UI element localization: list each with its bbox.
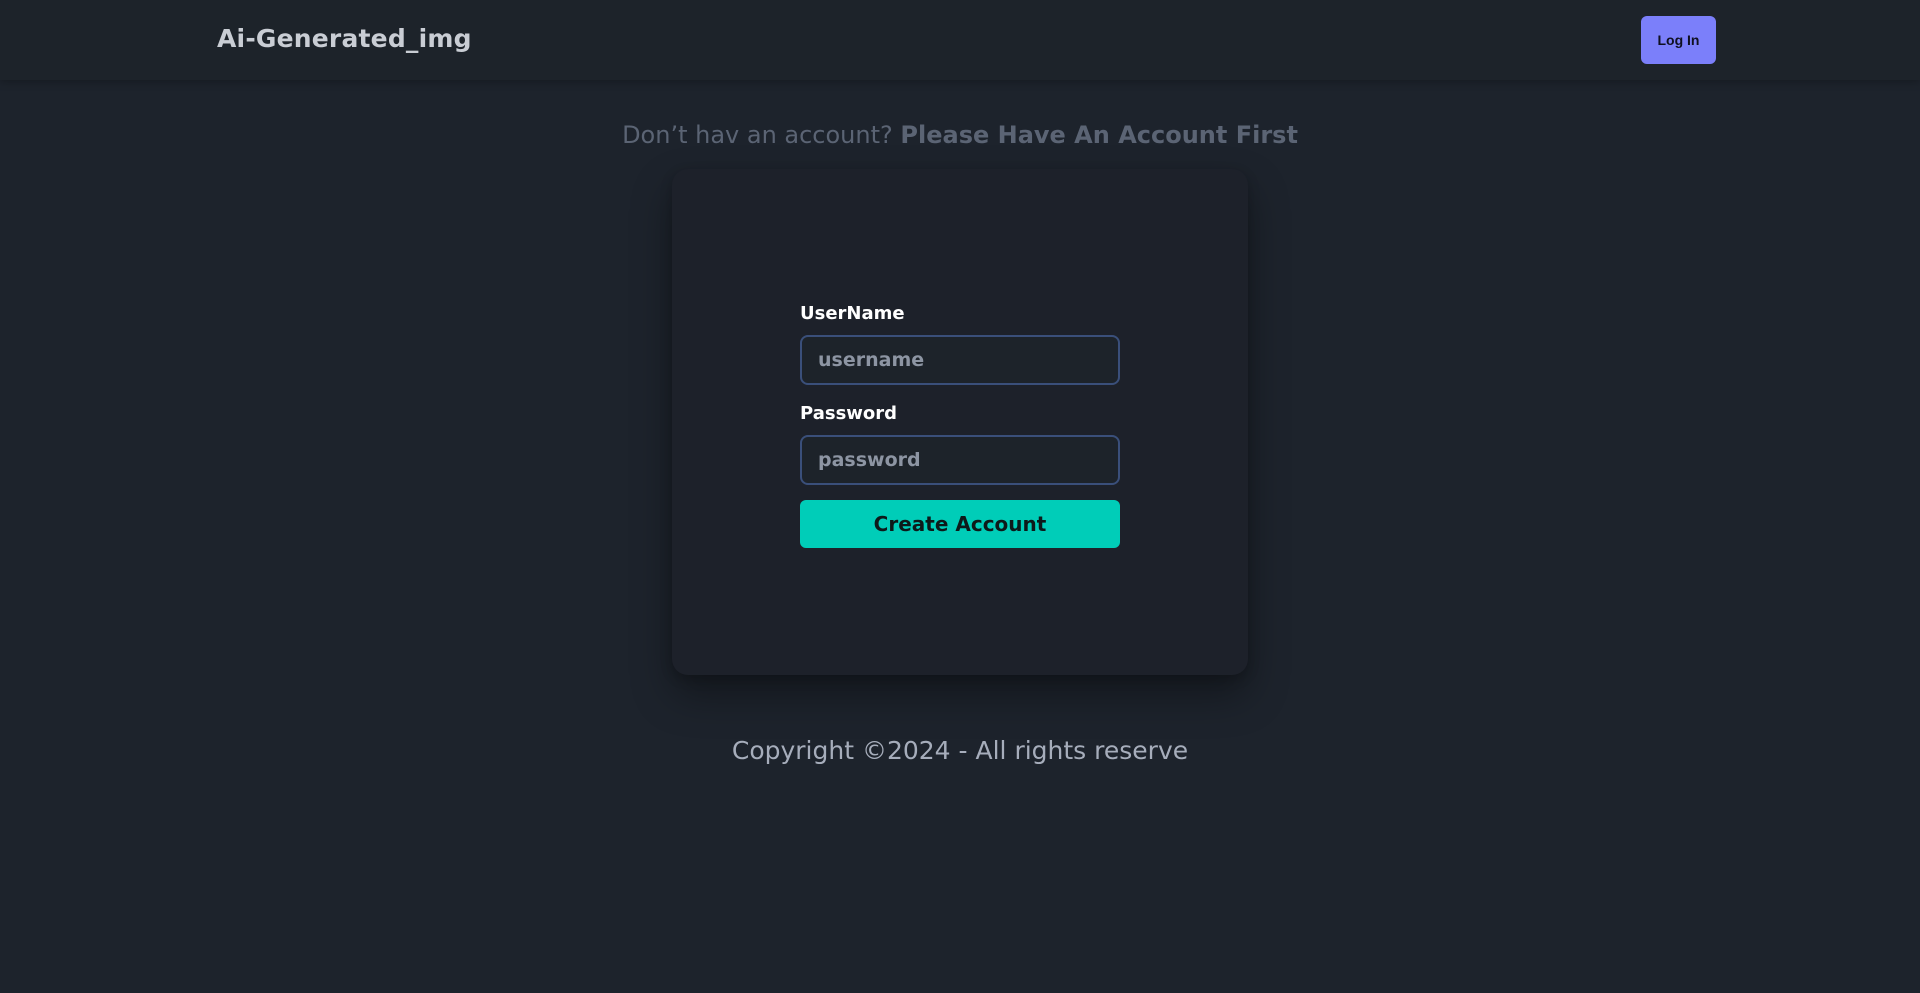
password-label: Password	[800, 403, 898, 424]
password-input[interactable]	[800, 435, 1120, 485]
username-label: UserName	[800, 303, 905, 324]
log-in-button[interactable]: Log In	[1641, 16, 1716, 64]
signup-card: UserName Password Create Account	[672, 169, 1248, 675]
footer-copyright: Copyright ©2024 - All rights reserve	[731, 736, 1189, 765]
brand-logo-link[interactable]: Ai-Generated_img	[217, 24, 472, 53]
username-input[interactable]	[800, 335, 1120, 385]
navbar: Ai-Generated_img Log In	[0, 0, 1920, 80]
signup-prompt: Don’t hav an account? Please Have An Acc…	[0, 121, 1920, 149]
signup-prompt-text: Don’t hav an account?	[622, 121, 893, 149]
signup-prompt-link[interactable]: Please Have An Account First	[900, 121, 1298, 149]
create-account-button[interactable]: Create Account	[800, 500, 1120, 548]
